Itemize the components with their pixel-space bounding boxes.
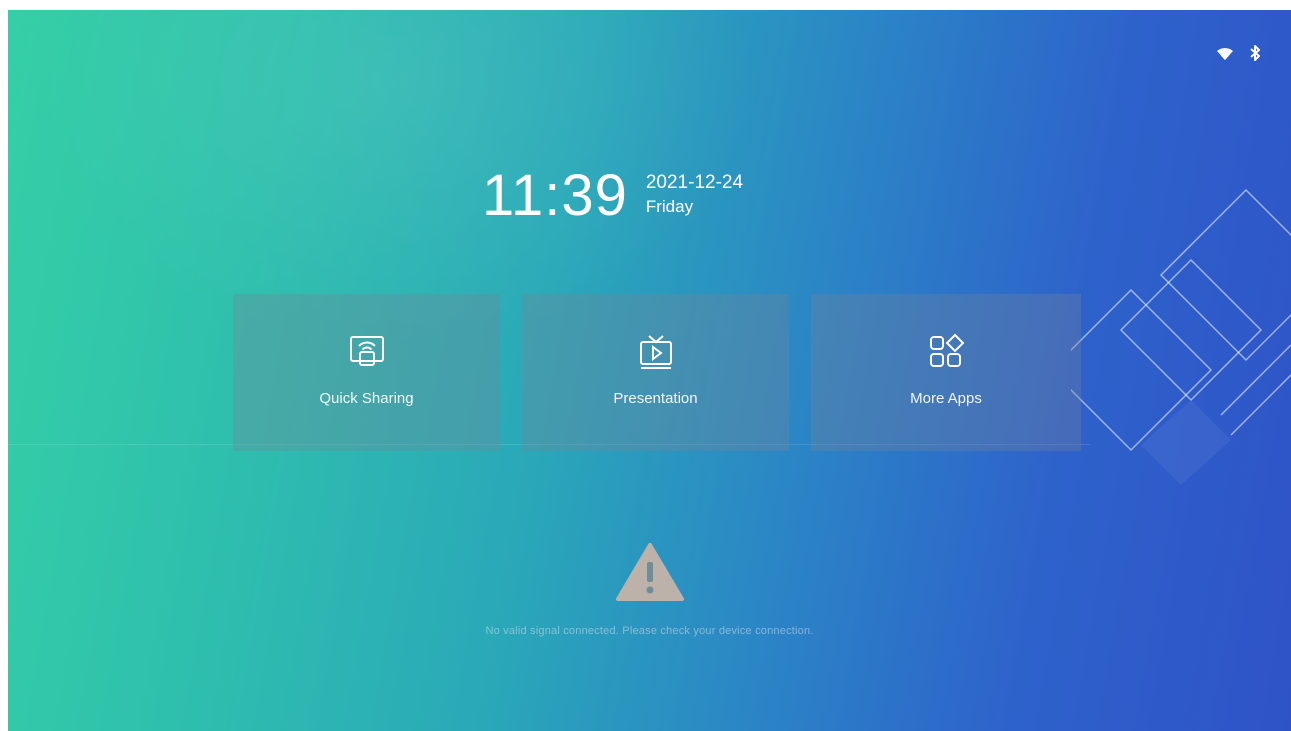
clock-date: 2021-12-24 (645, 172, 744, 193)
clock-weekday: Friday (645, 197, 694, 216)
screen-cast-icon (347, 332, 387, 372)
quick-sharing-label: Quick Sharing (319, 390, 414, 407)
date-block: 2021-12-24 Friday (646, 172, 743, 218)
wifi-icon (1215, 45, 1235, 61)
bluetooth-icon (1249, 44, 1261, 62)
app-tiles: Quick Sharing Presentation More Apps (233, 294, 1081, 451)
more-apps-tile[interactable]: More Apps (811, 294, 1081, 451)
quick-sharing-tile[interactable]: Quick Sharing (233, 294, 500, 451)
decorative-diamonds (1071, 188, 1291, 485)
warning-message: No valid signal connected. Please check … (485, 625, 814, 637)
presentation-label: Presentation (613, 390, 698, 407)
home-screen: 11:39 2021-12-24 Friday Quick Sharing Pr… (8, 10, 1291, 731)
app-grid-icon (926, 332, 966, 372)
no-signal-warning: No valid signal connected. Please check … (8, 542, 1291, 637)
warning-triangle-icon (615, 542, 685, 607)
status-bar (1215, 44, 1261, 62)
clock-time: 11:39 (482, 163, 628, 228)
more-apps-label: More Apps (910, 390, 982, 407)
tv-play-icon (636, 332, 676, 372)
presentation-tile[interactable]: Presentation (522, 294, 789, 451)
clock-widget: 11:39 2021-12-24 Friday (482, 166, 743, 226)
